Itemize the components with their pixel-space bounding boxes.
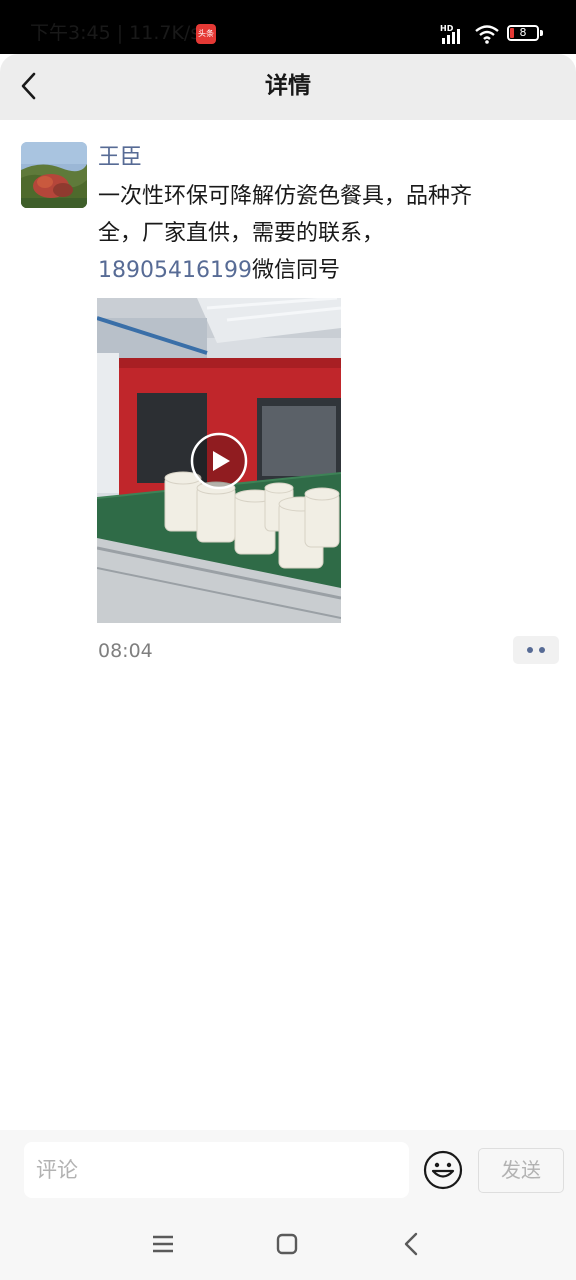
post-timestamp: 08:04 — [98, 640, 153, 662]
back-triangle-icon[interactable] — [401, 1231, 421, 1257]
author-name[interactable]: 王臣 — [98, 141, 142, 175]
comment-input[interactable]: 评论 — [24, 1142, 409, 1198]
page-title: 详情 — [265, 73, 311, 99]
avatar[interactable] — [21, 142, 87, 208]
menu-icon[interactable] — [152, 1233, 174, 1255]
post-text: 一次性环保可降解仿瓷色餐具，品种齐全，厂家直供，需要的联系， 1890541619… — [98, 178, 478, 289]
smiley-icon[interactable] — [423, 1150, 463, 1190]
wifi-icon — [475, 25, 499, 44]
post-text-tail: 微信同号 — [251, 258, 340, 283]
status-time: 下午3:45 | 11.7K/s — [30, 22, 201, 44]
play-icon[interactable] — [190, 432, 248, 490]
phone-link[interactable]: 18905416199 — [98, 258, 252, 283]
send-button[interactable]: 发送 — [478, 1148, 564, 1193]
home-square-icon[interactable] — [276, 1233, 298, 1255]
toutiao-badge-icon: 头条 — [196, 24, 216, 44]
battery-percent: 8 — [519, 26, 527, 39]
signal-icon — [442, 29, 460, 44]
more-actions-button[interactable] — [513, 636, 559, 664]
dot-icon — [539, 647, 545, 653]
post-text-main: 一次性环保可降解仿瓷色餐具，品种齐全，厂家直供，需要的联系， — [98, 184, 473, 246]
battery-tip — [540, 30, 543, 36]
dot-icon — [527, 647, 533, 653]
